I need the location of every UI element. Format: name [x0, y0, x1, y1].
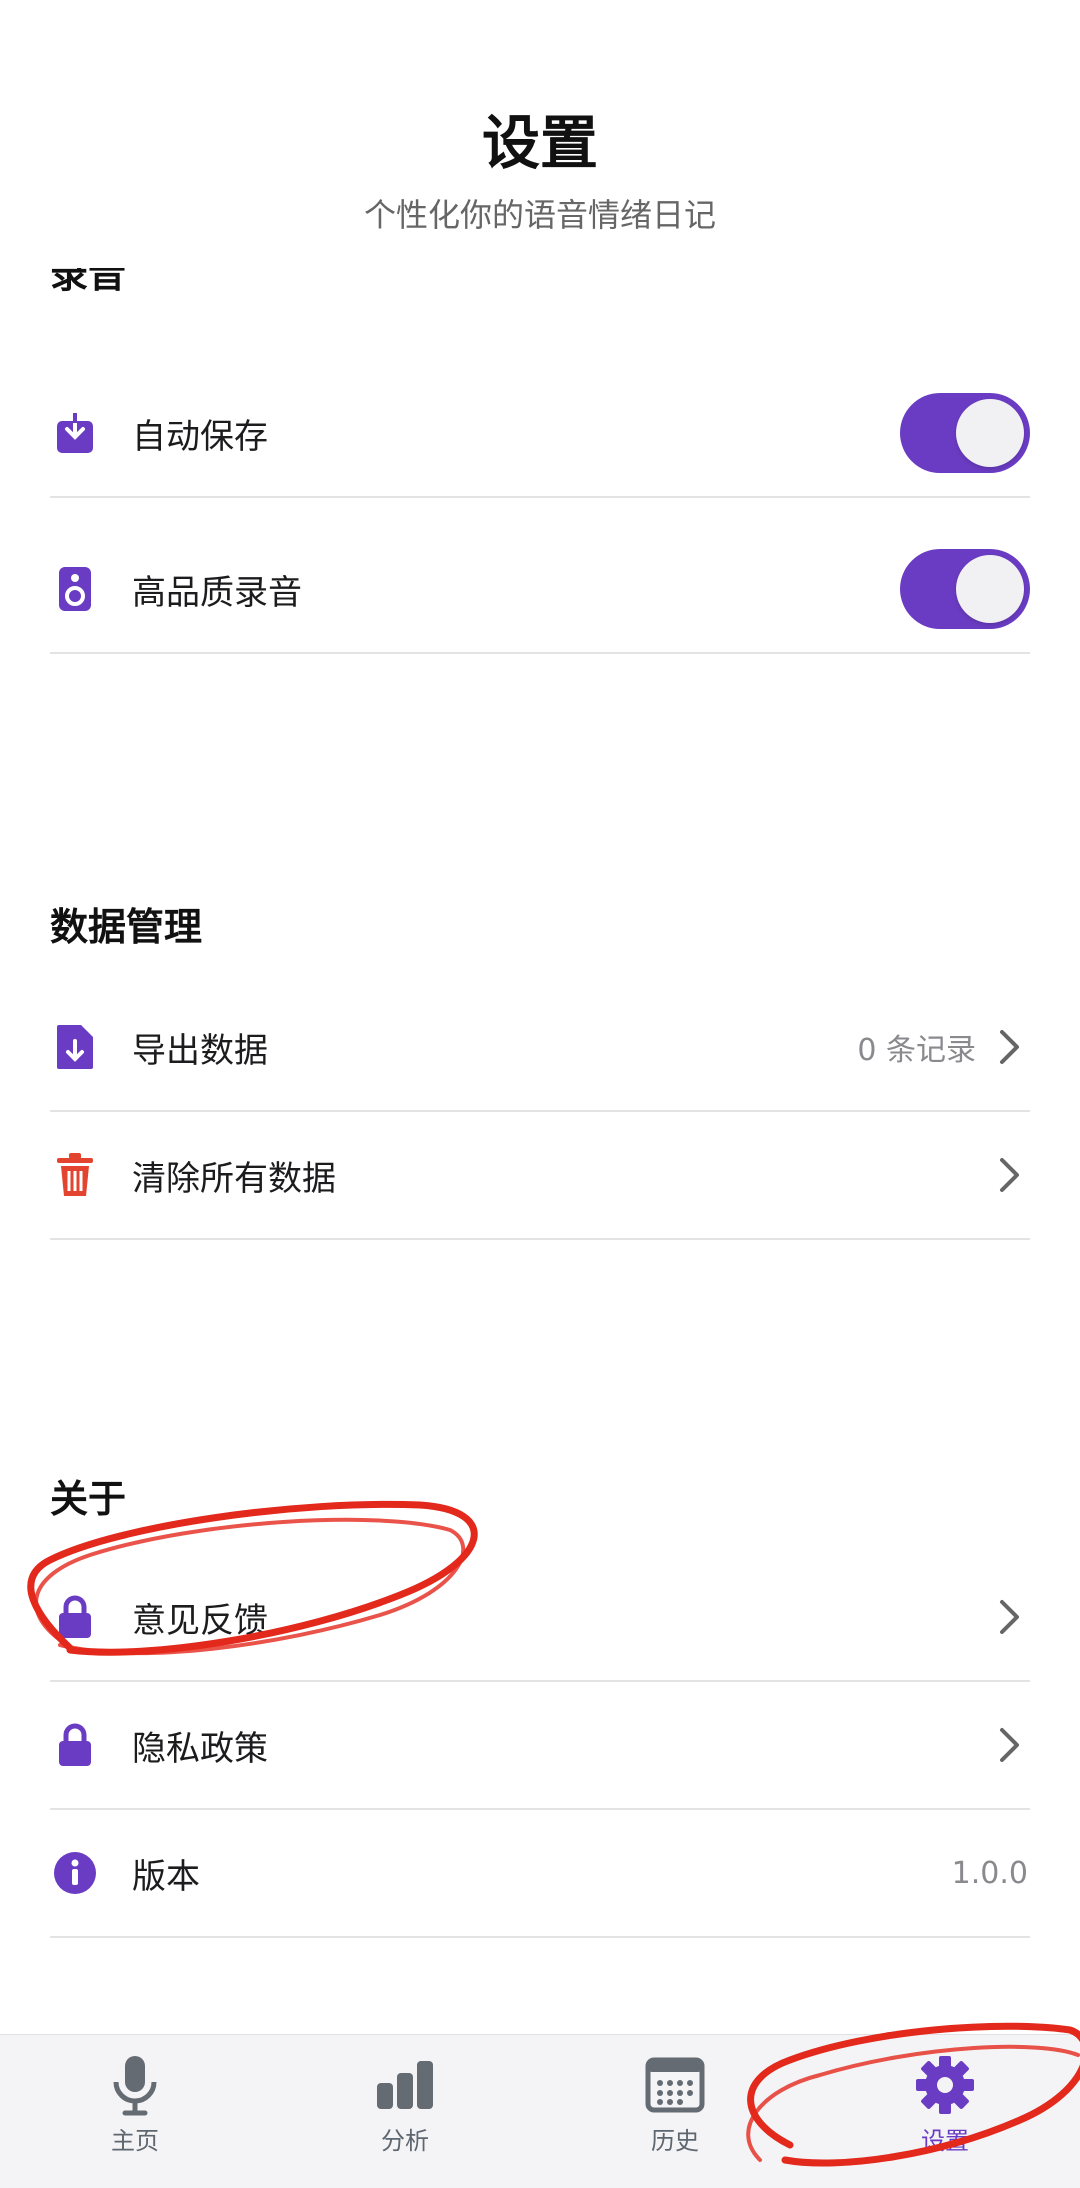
- chevron-right-icon: [990, 1155, 1030, 1195]
- version-value: 1.0.0: [951, 1855, 1028, 1891]
- bottom-tab-bar: 主页 分析 历史 设置: [0, 2034, 1080, 2188]
- row-label: 隐私政策: [132, 1728, 268, 1769]
- tab-label: 设置: [921, 2127, 969, 2155]
- tab-label: 分析: [381, 2127, 429, 2155]
- row-clear-all-data[interactable]: 清除所有数据: [50, 1112, 1030, 1240]
- auto-save-toggle[interactable]: [900, 393, 1030, 473]
- tab-analysis[interactable]: 分析: [270, 2035, 540, 2188]
- chevron-right-icon: [990, 1597, 1030, 1637]
- row-label: 版本: [132, 1856, 200, 1897]
- download-box-icon: [50, 408, 100, 458]
- page-subtitle: 个性化你的语音情绪日记: [363, 196, 716, 234]
- toggle-knob: [956, 555, 1024, 623]
- chevron-right-icon: [990, 1027, 1030, 1067]
- row-export-data[interactable]: 导出数据 0 条记录: [50, 984, 1030, 1112]
- section-title-data: 数据管理: [50, 905, 203, 949]
- row-label: 高品质录音: [132, 572, 302, 613]
- row-feedback[interactable]: 意见反馈: [50, 1554, 1030, 1682]
- bar-chart-icon: [373, 2053, 437, 2117]
- info-icon: [50, 1848, 100, 1898]
- tab-label: 历史: [651, 2127, 699, 2155]
- record-count: 0 条记录: [857, 1033, 976, 1068]
- tab-history[interactable]: 历史: [540, 2035, 810, 2188]
- row-high-quality-recording[interactable]: 高品质录音: [50, 526, 1030, 654]
- export-file-icon: [50, 1022, 100, 1072]
- row-label: 自动保存: [132, 416, 268, 457]
- section-title-about: 关于: [50, 1477, 127, 1521]
- row-version: 版本 1.0.0: [50, 1810, 1030, 1938]
- row-privacy-policy[interactable]: 隐私政策: [50, 1682, 1030, 1810]
- tab-settings[interactable]: 设置: [810, 2035, 1080, 2188]
- tab-label: 主页: [111, 2127, 159, 2155]
- page-header: 设置 个性化你的语音情绪日记: [0, 0, 1080, 260]
- calendar-icon: [643, 2053, 707, 2117]
- row-label: 导出数据: [132, 1030, 268, 1071]
- trash-icon: [50, 1150, 100, 1200]
- lock-icon: [50, 1720, 100, 1770]
- microphone-icon: [103, 2053, 167, 2117]
- lock-icon: [50, 1592, 100, 1642]
- section-title-recording: 录音: [50, 268, 127, 296]
- page-title: 设置: [481, 109, 598, 177]
- toggle-knob: [956, 399, 1024, 467]
- row-auto-save[interactable]: 自动保存: [50, 370, 1030, 498]
- high-quality-toggle[interactable]: [900, 549, 1030, 629]
- row-label: 意见反馈: [132, 1600, 268, 1641]
- tab-home[interactable]: 主页: [0, 2035, 270, 2188]
- row-label: 清除所有数据: [132, 1158, 336, 1199]
- gear-icon: [913, 2053, 977, 2117]
- chevron-right-icon: [990, 1725, 1030, 1765]
- speaker-icon: [50, 564, 100, 614]
